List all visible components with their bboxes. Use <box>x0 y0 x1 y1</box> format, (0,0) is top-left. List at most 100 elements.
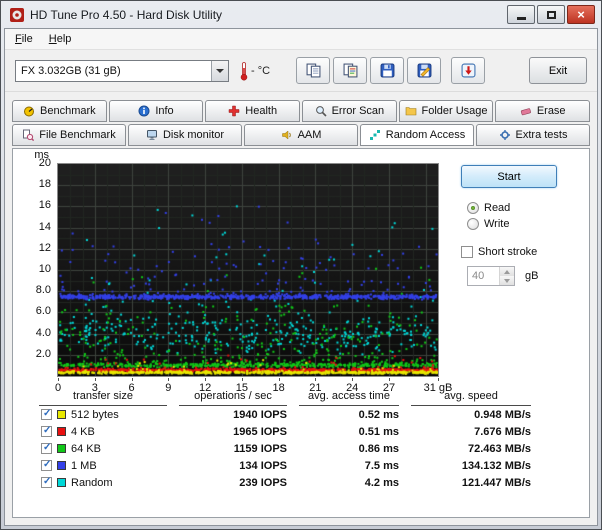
drive-select-value: FX 3.032GB (31 gB) <box>16 65 211 77</box>
series-checkbox[interactable] <box>41 477 52 488</box>
series-cell: 1 MB <box>39 460 167 472</box>
access-time-value: 0.86 ms <box>299 443 399 455</box>
exit-label: Exit <box>549 65 567 77</box>
menu-help[interactable]: Help <box>41 31 80 47</box>
tab-random-access[interactable]: Random Access <box>360 124 474 146</box>
tab-info[interactable]: Info <box>109 100 204 122</box>
speed-value: 0.948 MB/s <box>411 409 531 421</box>
ops-value: 239 IOPS <box>179 477 287 489</box>
menu-file[interactable]: File <box>7 31 41 47</box>
arrow-down-glyph <box>216 69 224 73</box>
series-cell: 64 KB <box>39 443 167 455</box>
tab-row-2: File Benchmark Disk monitor AAM Random A… <box>12 124 590 146</box>
window-body: File Help FX 3.032GB (31 gB) - °C <box>4 28 598 526</box>
copy-text-button[interactable] <box>333 57 367 84</box>
x-tickmark <box>168 378 169 381</box>
speed-value: 7.676 MB/s <box>411 426 531 438</box>
erase-icon <box>520 105 532 117</box>
save-text-button[interactable] <box>407 57 441 84</box>
tab-label: Benchmark <box>40 105 96 117</box>
tab-aam[interactable]: AAM <box>244 124 358 146</box>
folder-usage-icon <box>405 105 417 117</box>
tab-label: AAM <box>298 129 322 141</box>
short-stroke-unit: gB <box>525 270 538 282</box>
tab-extra-tests[interactable]: Extra tests <box>476 124 590 146</box>
exit-button[interactable]: Exit <box>529 57 587 84</box>
close-button[interactable]: × <box>567 5 595 24</box>
series-checkbox[interactable] <box>41 460 52 471</box>
table-row: 1 MB 134 IOPS 7.5 ms 134.132 MB/s <box>39 457 589 474</box>
x-tickmark <box>279 378 280 381</box>
speed-value: 134.132 MB/s <box>411 460 531 472</box>
speed-value: 72.463 MB/s <box>411 443 531 455</box>
minimize-button[interactable] <box>507 5 535 24</box>
read-radio[interactable]: Read <box>467 202 581 214</box>
maximize-button[interactable] <box>537 5 565 24</box>
tab-folder-usage[interactable]: Folder Usage <box>399 100 494 122</box>
plot-wrap: ms 2018161412108.06.04.02.00369121518212… <box>57 163 437 377</box>
series-label: 512 bytes <box>71 409 119 421</box>
tab-error-scan[interactable]: Error Scan <box>302 100 397 122</box>
y-tick-label: 6.0 <box>21 305 51 317</box>
x-tick-label: 21 <box>309 382 321 394</box>
start-label: Start <box>497 171 520 183</box>
y-tick-label: 20 <box>21 157 51 169</box>
ops-value: 134 IOPS <box>179 460 287 472</box>
y-tick-label: 2.0 <box>21 348 51 360</box>
capture-button[interactable] <box>451 57 485 84</box>
x-tick-label: 6 <box>128 382 134 394</box>
random-access-plot <box>57 163 439 377</box>
x-tickmark <box>242 378 243 381</box>
series-color-swatch <box>57 478 66 487</box>
random-access-panel: ms 2018161412108.06.04.02.00369121518212… <box>12 148 590 518</box>
tab-health[interactable]: Health <box>205 100 300 122</box>
y-tick-label: 18 <box>21 178 51 190</box>
tab-label: Folder Usage <box>422 105 488 117</box>
read-label: Read <box>484 202 510 214</box>
short-stroke-size-input[interactable]: 40 <box>467 266 515 286</box>
access-time-value: 4.2 ms <box>299 477 399 489</box>
series-checkbox[interactable] <box>41 443 52 454</box>
x-tick-label: 24 <box>346 382 358 394</box>
x-tick-label: 18 <box>273 382 285 394</box>
tab-strip: Benchmark Info Health Error Scan Folder … <box>5 92 597 146</box>
minimize-icon <box>517 17 526 20</box>
spin-up-icon[interactable] <box>500 267 514 276</box>
tab-benchmark[interactable]: Benchmark <box>12 100 107 122</box>
series-color-swatch <box>57 461 66 470</box>
thermometer-icon <box>239 61 249 81</box>
titlebar[interactable]: HD Tune Pro 4.50 - Hard Disk Utility × <box>4 1 598 28</box>
series-checkbox[interactable] <box>41 426 52 437</box>
mode-group: Read Write <box>467 202 581 230</box>
short-stroke-size-row: 40 gB <box>467 266 581 286</box>
extra-tests-icon <box>499 129 511 141</box>
x-tickmark <box>389 378 390 381</box>
tab-file-benchmark[interactable]: File Benchmark <box>12 124 126 146</box>
short-stroke-checkbox[interactable]: Short stroke <box>461 246 581 258</box>
write-label: Write <box>484 218 509 230</box>
series-label: 4 KB <box>71 426 95 438</box>
x-tick-label: 12 <box>199 382 211 394</box>
save-image-icon <box>380 63 395 78</box>
x-tick-label: 31 gB <box>424 382 453 394</box>
start-button[interactable]: Start <box>461 165 557 188</box>
window-title: HD Tune Pro 4.50 - Hard Disk Utility <box>30 8 222 22</box>
drive-select[interactable]: FX 3.032GB (31 gB) <box>15 60 229 82</box>
window-controls: × <box>507 5 595 24</box>
tab-disk-monitor[interactable]: Disk monitor <box>128 124 242 146</box>
y-tick-label: 4.0 <box>21 327 51 339</box>
disk-monitor-icon <box>146 129 158 141</box>
tab-erase[interactable]: Erase <box>495 100 590 122</box>
copy-image-button[interactable] <box>296 57 330 84</box>
write-radio[interactable]: Write <box>467 218 581 230</box>
chevron-down-icon[interactable] <box>211 61 228 81</box>
app-window: HD Tune Pro 4.50 - Hard Disk Utility × F… <box>0 0 602 530</box>
tab-label: Erase <box>537 105 566 117</box>
save-image-button[interactable] <box>370 57 404 84</box>
maximize-icon <box>547 11 556 19</box>
speed-value: 121.447 MB/s <box>411 477 531 489</box>
health-icon <box>228 105 240 117</box>
spin-down-icon[interactable] <box>500 276 514 285</box>
series-checkbox[interactable] <box>41 409 52 420</box>
save-text-icon <box>417 63 432 78</box>
